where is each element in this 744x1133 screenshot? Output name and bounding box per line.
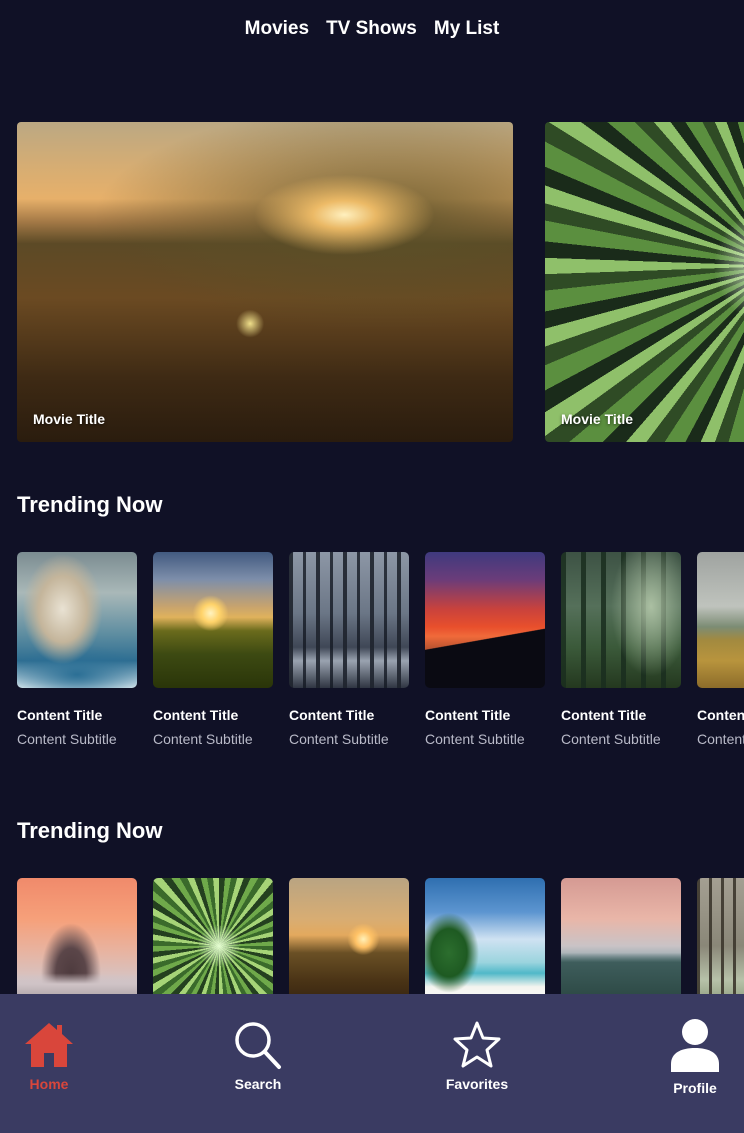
content-tile[interactable]: Content Title Content Subtitle (561, 552, 681, 747)
tab-home[interactable]: Home (22, 1020, 76, 1092)
search-icon (235, 1022, 281, 1069)
content-title: Content Title (153, 707, 239, 723)
bottom-tab-bar: Home Search Favorites Profile (0, 994, 744, 1133)
hero-card-title: Movie Title (33, 411, 106, 427)
content-tile[interactable]: Content Title Content Subtitle (697, 552, 744, 747)
content-title: Content Title (289, 707, 375, 723)
content-subtitle: Content Subtitle (561, 731, 661, 747)
person-icon (671, 1019, 719, 1072)
content-title: Content Title (17, 707, 103, 723)
tab-favorites[interactable]: Favorites (438, 1020, 516, 1092)
content-tile[interactable]: Content Title Content Subtitle (153, 552, 273, 747)
star-icon (453, 1021, 501, 1068)
content-title: Content Title (697, 707, 744, 723)
content-subtitle: Content Subtitle (697, 731, 744, 747)
tab-label: Home (29, 1076, 69, 1092)
content-subtitle: Content Subtitle (289, 731, 389, 747)
hero-card-title: Movie Title (561, 411, 634, 427)
tab-profile[interactable]: Profile (664, 1018, 726, 1096)
tab-search[interactable]: Search (228, 1020, 288, 1092)
content-subtitle: Content Subtitle (425, 731, 525, 747)
section-title: Trending Now (17, 492, 163, 517)
nav-my-list[interactable]: My List (434, 16, 499, 42)
hero-card[interactable]: Movie Title (545, 122, 744, 442)
content-tile[interactable]: Content Title Content Subtitle (425, 552, 545, 747)
hero-card[interactable]: Movie Title (17, 122, 513, 442)
content-thumbnail (153, 552, 273, 688)
content-title: Content Title (425, 707, 511, 723)
content-tile[interactable]: Content Title Content Subtitle (289, 552, 409, 747)
home-icon (25, 1023, 73, 1067)
content-thumbnail (17, 552, 137, 688)
hero-carousel[interactable]: Movie Title Movie Title (17, 122, 744, 442)
content-thumbnail (697, 552, 744, 688)
content-subtitle: Content Subtitle (153, 731, 253, 747)
tab-label: Search (234, 1076, 282, 1092)
content-thumbnail (289, 552, 409, 688)
content-tile[interactable]: Content Title Content Subtitle (17, 552, 137, 747)
tab-label: Profile (673, 1080, 717, 1096)
content-subtitle: Content Subtitle (17, 731, 117, 747)
nav-movies[interactable]: Movies (245, 16, 309, 42)
tab-label: Favorites (445, 1076, 509, 1092)
content-row[interactable]: Content Title Content Subtitle Content T… (17, 552, 744, 747)
content-thumbnail (425, 552, 545, 688)
top-nav: Movies TV Shows My List (0, 16, 744, 42)
section-title: Trending Now (17, 818, 163, 843)
content-thumbnail (561, 552, 681, 688)
content-title: Content Title (561, 707, 647, 723)
nav-tv-shows[interactable]: TV Shows (326, 16, 417, 42)
